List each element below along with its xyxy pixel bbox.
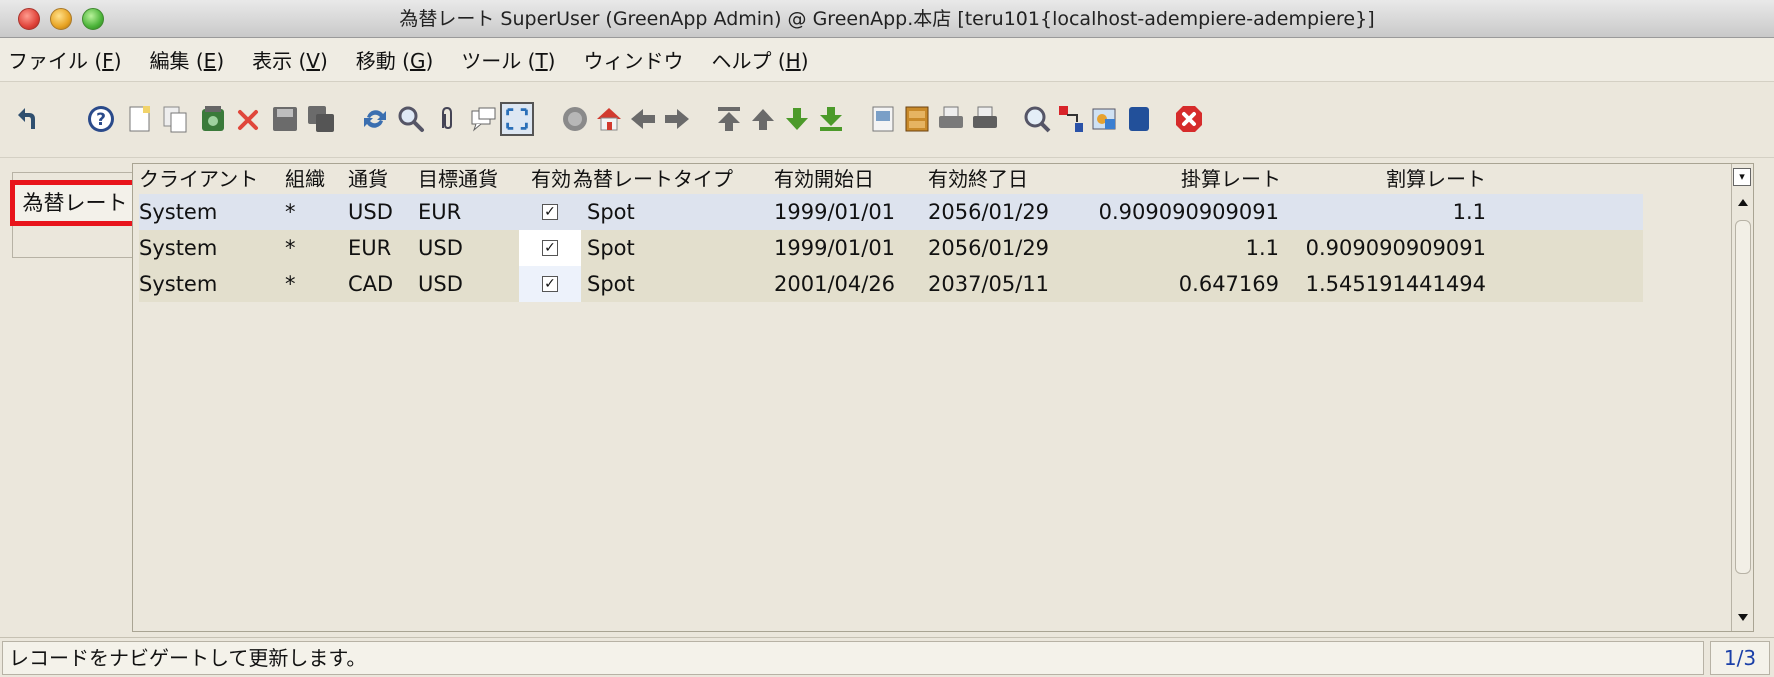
cell-target-currency[interactable]: EUR [418,194,461,230]
cell-currency[interactable]: CAD [348,266,393,302]
column-header-currency[interactable]: 通貨 [348,164,388,194]
table-row[interactable]: System * EUR USD ✓ Spot 1999/01/01 2056/… [139,230,1643,266]
menu-file[interactable]: ファイル (F) [8,45,122,74]
cell-multiply-rate[interactable]: 1.1 [1086,230,1279,266]
cell-valid-from[interactable]: 1999/01/01 [774,194,895,230]
cell-valid-to[interactable]: 2056/01/29 [928,194,1049,230]
cell-org[interactable]: * [285,230,296,266]
cell-currency[interactable]: USD [348,194,393,230]
cell-org[interactable]: * [285,266,296,302]
title-bar: 為替レート SuperUser (GreenApp Admin) @ Green… [0,0,1774,38]
first-record-icon[interactable] [712,102,746,136]
cell-divide-rate[interactable]: 1.1 [1289,194,1486,230]
vertical-scrollbar[interactable]: ▾ [1731,164,1753,631]
forward-icon[interactable] [660,102,694,136]
workflow-icon[interactable] [1088,102,1122,136]
help-icon[interactable]: ? [84,102,118,136]
cell-valid-to[interactable]: 2056/01/29 [928,230,1049,266]
scroll-up-icon[interactable] [1735,194,1751,210]
table-row[interactable]: System * CAD USD ✓ Spot 2001/04/26 2037/… [139,266,1643,302]
report-icon[interactable] [866,102,900,136]
previous-record-icon[interactable] [746,102,780,136]
save-multi-icon[interactable] [304,102,338,136]
toggle-grid-icon[interactable] [500,102,534,136]
save-icon[interactable] [268,102,302,136]
status-message: レコードをナビゲートして更新します。 [2,641,1704,675]
cell-client[interactable]: System [139,194,217,230]
menu-view[interactable]: 表示 (V) [252,45,328,74]
chat-icon[interactable] [466,102,500,136]
scroll-down-icon[interactable] [1735,610,1751,626]
window-title: 為替レート SuperUser (GreenApp Admin) @ Green… [399,8,1375,30]
request-icon[interactable] [1122,102,1156,136]
menu-window[interactable]: ウィンドウ [583,45,683,74]
cell-divide-rate[interactable]: 1.545191441494 [1289,266,1486,302]
active-checkbox[interactable]: ✓ [542,204,558,220]
cell-currency[interactable]: EUR [348,230,391,266]
cell-active[interactable]: ✓ [519,266,581,302]
column-header-org[interactable]: 組織 [285,164,325,194]
record-count[interactable]: 1/3 [1710,641,1770,675]
cell-target-currency[interactable]: USD [418,230,463,266]
cell-org[interactable]: * [285,194,296,230]
find-icon[interactable] [394,102,428,136]
print-preview-icon[interactable] [934,102,968,136]
column-header-divide-rate[interactable]: 割算レート [1293,164,1486,194]
cell-rate-type[interactable]: Spot [587,230,635,266]
scroll-track[interactable] [1735,220,1751,574]
zoom-across-icon[interactable] [1020,102,1054,136]
cell-valid-to[interactable]: 2037/05/11 [928,266,1049,302]
close-window-icon[interactable] [1172,102,1206,136]
attachment-icon[interactable] [430,102,464,136]
back-icon[interactable] [626,102,660,136]
cell-client[interactable]: System [139,266,217,302]
cell-multiply-rate[interactable]: 0.909090909091 [1086,194,1279,230]
copy-record-icon[interactable] [158,102,192,136]
column-header-multiply-rate[interactable]: 掛算レート [1088,164,1281,194]
save-grid-icon[interactable] [196,102,230,136]
new-record-icon[interactable] [122,102,156,136]
column-header-valid-from[interactable]: 有効開始日 [774,164,874,194]
cell-multiply-rate[interactable]: 0.647169 [1086,266,1279,302]
svg-text:?: ? [96,110,106,130]
cell-rate-type[interactable]: Spot [587,194,635,230]
archive-icon[interactable] [900,102,934,136]
history-icon[interactable] [558,102,592,136]
column-header-rate-type[interactable]: 為替レートタイプ [573,164,733,194]
cell-target-currency[interactable]: USD [418,266,463,302]
column-header-active[interactable]: 有効 [531,164,571,194]
menu-bar: ファイル (F) 編集 (E) 表示 (V) 移動 (G) ツール (T) ウィ… [0,38,1774,82]
last-record-icon[interactable] [814,102,848,136]
product-info-icon[interactable] [1054,102,1088,136]
column-header-target-currency[interactable]: 目標通貨 [418,164,498,194]
menu-tools[interactable]: ツール (T) [461,45,555,74]
cell-divide-rate[interactable]: 0.909090909091 [1289,230,1486,266]
cell-active[interactable]: ✓ [519,194,581,230]
data-grid[interactable]: クライアント 組織 通貨 目標通貨 有効 為替レートタイプ 有効開始日 有効終了… [132,163,1754,632]
delete-icon[interactable] [232,102,266,136]
cell-client[interactable]: System [139,230,217,266]
status-bar: レコードをナビゲートして更新します。 1/3 [0,637,1774,677]
menu-help[interactable]: ヘルプ (H) [711,45,808,74]
active-checkbox[interactable]: ✓ [542,276,558,292]
cell-valid-from[interactable]: 2001/04/26 [774,266,895,302]
cell-active[interactable]: ✓ [519,230,581,266]
menu-go[interactable]: 移動 (G) [356,45,433,74]
cell-rate-type[interactable]: Spot [587,266,635,302]
next-record-icon[interactable] [780,102,814,136]
home-icon[interactable] [592,102,626,136]
table-row[interactable]: System * USD EUR ✓ Spot 1999/01/01 2056/… [139,194,1643,230]
refresh-icon[interactable] [358,102,392,136]
menu-edit[interactable]: 編集 (E) [150,45,225,74]
column-chooser-icon[interactable]: ▾ [1733,168,1751,186]
tab-exchange-rate[interactable]: 為替レート [10,180,140,226]
undo-icon[interactable] [14,102,48,136]
print-icon[interactable] [968,102,1002,136]
cell-valid-from[interactable]: 1999/01/01 [774,230,895,266]
active-checkbox[interactable]: ✓ [542,240,558,256]
column-header-client[interactable]: クライアント [139,164,258,194]
column-header-valid-to[interactable]: 有効終了日 [928,164,1028,194]
toolbar: ? [0,82,1774,158]
